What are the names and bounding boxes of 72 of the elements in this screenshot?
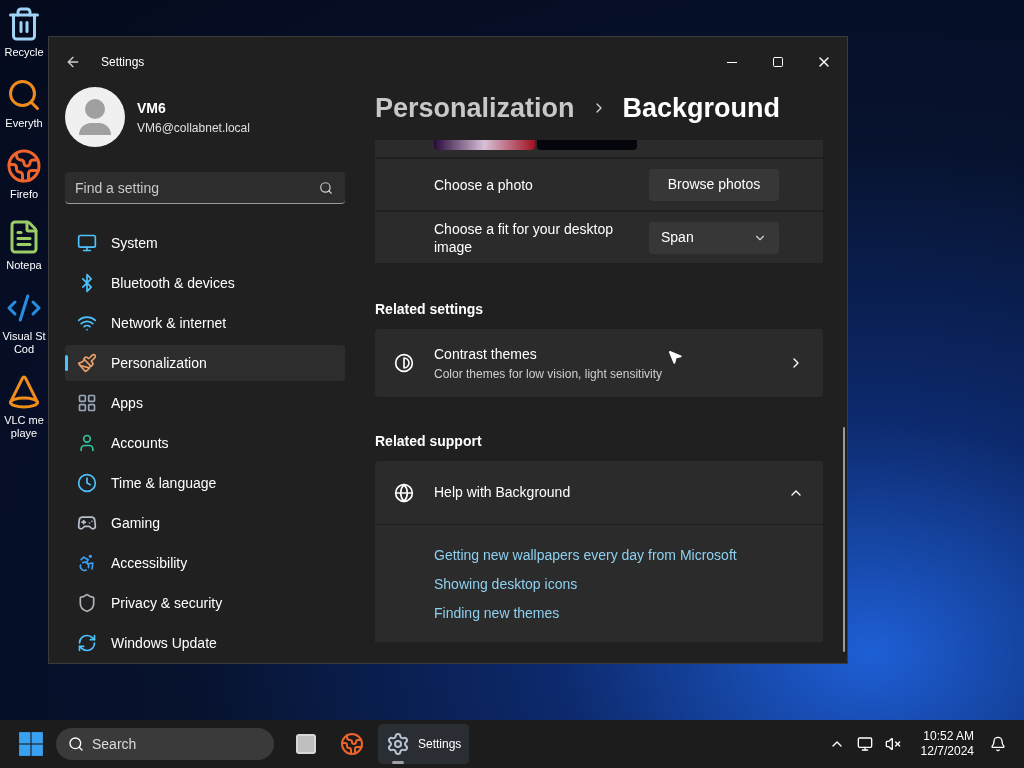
person-icon xyxy=(77,433,97,453)
browse-button[interactable]: Browse photos xyxy=(649,168,779,201)
desktop-icon-label[interactable]: Recycle xyxy=(4,46,44,59)
avatar[interactable] xyxy=(65,87,125,147)
speaker-muted-icon[interactable] xyxy=(884,736,901,752)
help-expander[interactable]: Help with Background xyxy=(375,461,823,525)
nav-item[interactable]: Apps xyxy=(65,385,345,421)
back-icon[interactable] xyxy=(65,54,81,70)
desktop-icon-label[interactable]: Visual St Cod xyxy=(2,330,46,356)
desktop-icon-label[interactable]: Notepa xyxy=(6,259,42,272)
task-view-icon xyxy=(294,732,318,756)
mouse-pointer-icon xyxy=(667,349,683,365)
search-icon xyxy=(68,736,84,752)
help-link[interactable]: Getting new wallpapers every day from Microsoft xyxy=(434,545,737,566)
half-circle-icon xyxy=(394,353,414,373)
search-icon[interactable] xyxy=(319,181,333,195)
contrast-themes-card[interactable]: Contrast themes Color themes for low vision, light sensitivity xyxy=(375,329,823,397)
nav-item[interactable]: Accounts xyxy=(65,425,345,461)
wifi-icon xyxy=(77,313,97,333)
nav-item[interactable]: Accessibility xyxy=(65,545,345,581)
globe-icon xyxy=(394,482,414,503)
nav-item[interactable]: Time & language xyxy=(65,465,345,501)
nav-item[interactable]: Windows Update xyxy=(65,625,345,661)
nav-item[interactable]: Privacy & security xyxy=(65,585,345,621)
setting-label: Choose a photo xyxy=(434,175,534,194)
fit-dropdown[interactable]: Span xyxy=(649,221,779,254)
scrollbar[interactable] xyxy=(843,427,845,652)
start-logo-icon[interactable] xyxy=(18,731,44,757)
setting-label: Choose a fit for your desktop image xyxy=(434,219,614,256)
apps-grid-icon xyxy=(77,393,97,413)
clock-time[interactable]: 10:52 AM xyxy=(923,729,974,744)
photo-placeholder[interactable] xyxy=(434,140,535,150)
monitor-icon xyxy=(77,233,97,253)
update-icon xyxy=(77,633,97,653)
help-link[interactable]: Showing desktop icons xyxy=(434,574,578,595)
section-heading: Related support xyxy=(375,432,483,451)
nav-item[interactable]: Network & internet xyxy=(65,305,345,341)
desktop-icon-label[interactable]: Everyth xyxy=(5,117,43,130)
taskbar-app[interactable]: Settings xyxy=(378,724,470,764)
browser-icon xyxy=(340,732,364,756)
clock-icon xyxy=(77,473,97,493)
breadcrumb-item: Background xyxy=(622,91,781,125)
breadcrumb-item[interactable]: Personalization xyxy=(375,87,575,129)
accessibility-icon xyxy=(77,553,97,573)
gear-icon xyxy=(386,732,410,756)
nav-item[interactable]: Personalization xyxy=(65,345,345,381)
card-title: Contrast themes xyxy=(434,344,538,364)
taskbar-search[interactable]: Search xyxy=(56,728,274,760)
minimize-icon xyxy=(727,61,737,63)
browser-icon[interactable] xyxy=(6,148,42,184)
desktop-icon-label[interactable]: VLC me playe xyxy=(4,414,44,440)
shield-icon xyxy=(77,593,97,613)
network-icon[interactable] xyxy=(856,736,873,752)
search-field[interactable]: Find a setting xyxy=(65,172,345,204)
section-heading: Related settings xyxy=(375,300,485,319)
help-link[interactable]: Finding new themes xyxy=(434,603,560,624)
gamepad-icon xyxy=(77,513,97,533)
clock-date[interactable]: 12/7/2024 xyxy=(920,744,974,759)
recycle-bin-icon[interactable] xyxy=(6,6,42,42)
desktop-icon-label[interactable]: Firefo xyxy=(9,188,39,201)
traffic-cone-icon[interactable] xyxy=(6,374,42,410)
profile-name: VM6 xyxy=(137,98,167,118)
window-title: Settings xyxy=(101,54,145,71)
nav-item[interactable]: Bluetooth & devices xyxy=(65,265,345,301)
maximize-icon xyxy=(772,56,784,68)
paintbrush-icon xyxy=(77,353,97,373)
profile-email: VM6@collabnet.local xyxy=(137,119,250,137)
bell-icon[interactable] xyxy=(990,736,1006,752)
nav-item[interactable]: Gaming xyxy=(65,505,345,541)
magnifier-icon[interactable] xyxy=(6,77,42,113)
card-subtitle: Color themes for low vision, light sensitivity xyxy=(434,365,663,383)
nav-item[interactable]: System xyxy=(65,225,345,261)
